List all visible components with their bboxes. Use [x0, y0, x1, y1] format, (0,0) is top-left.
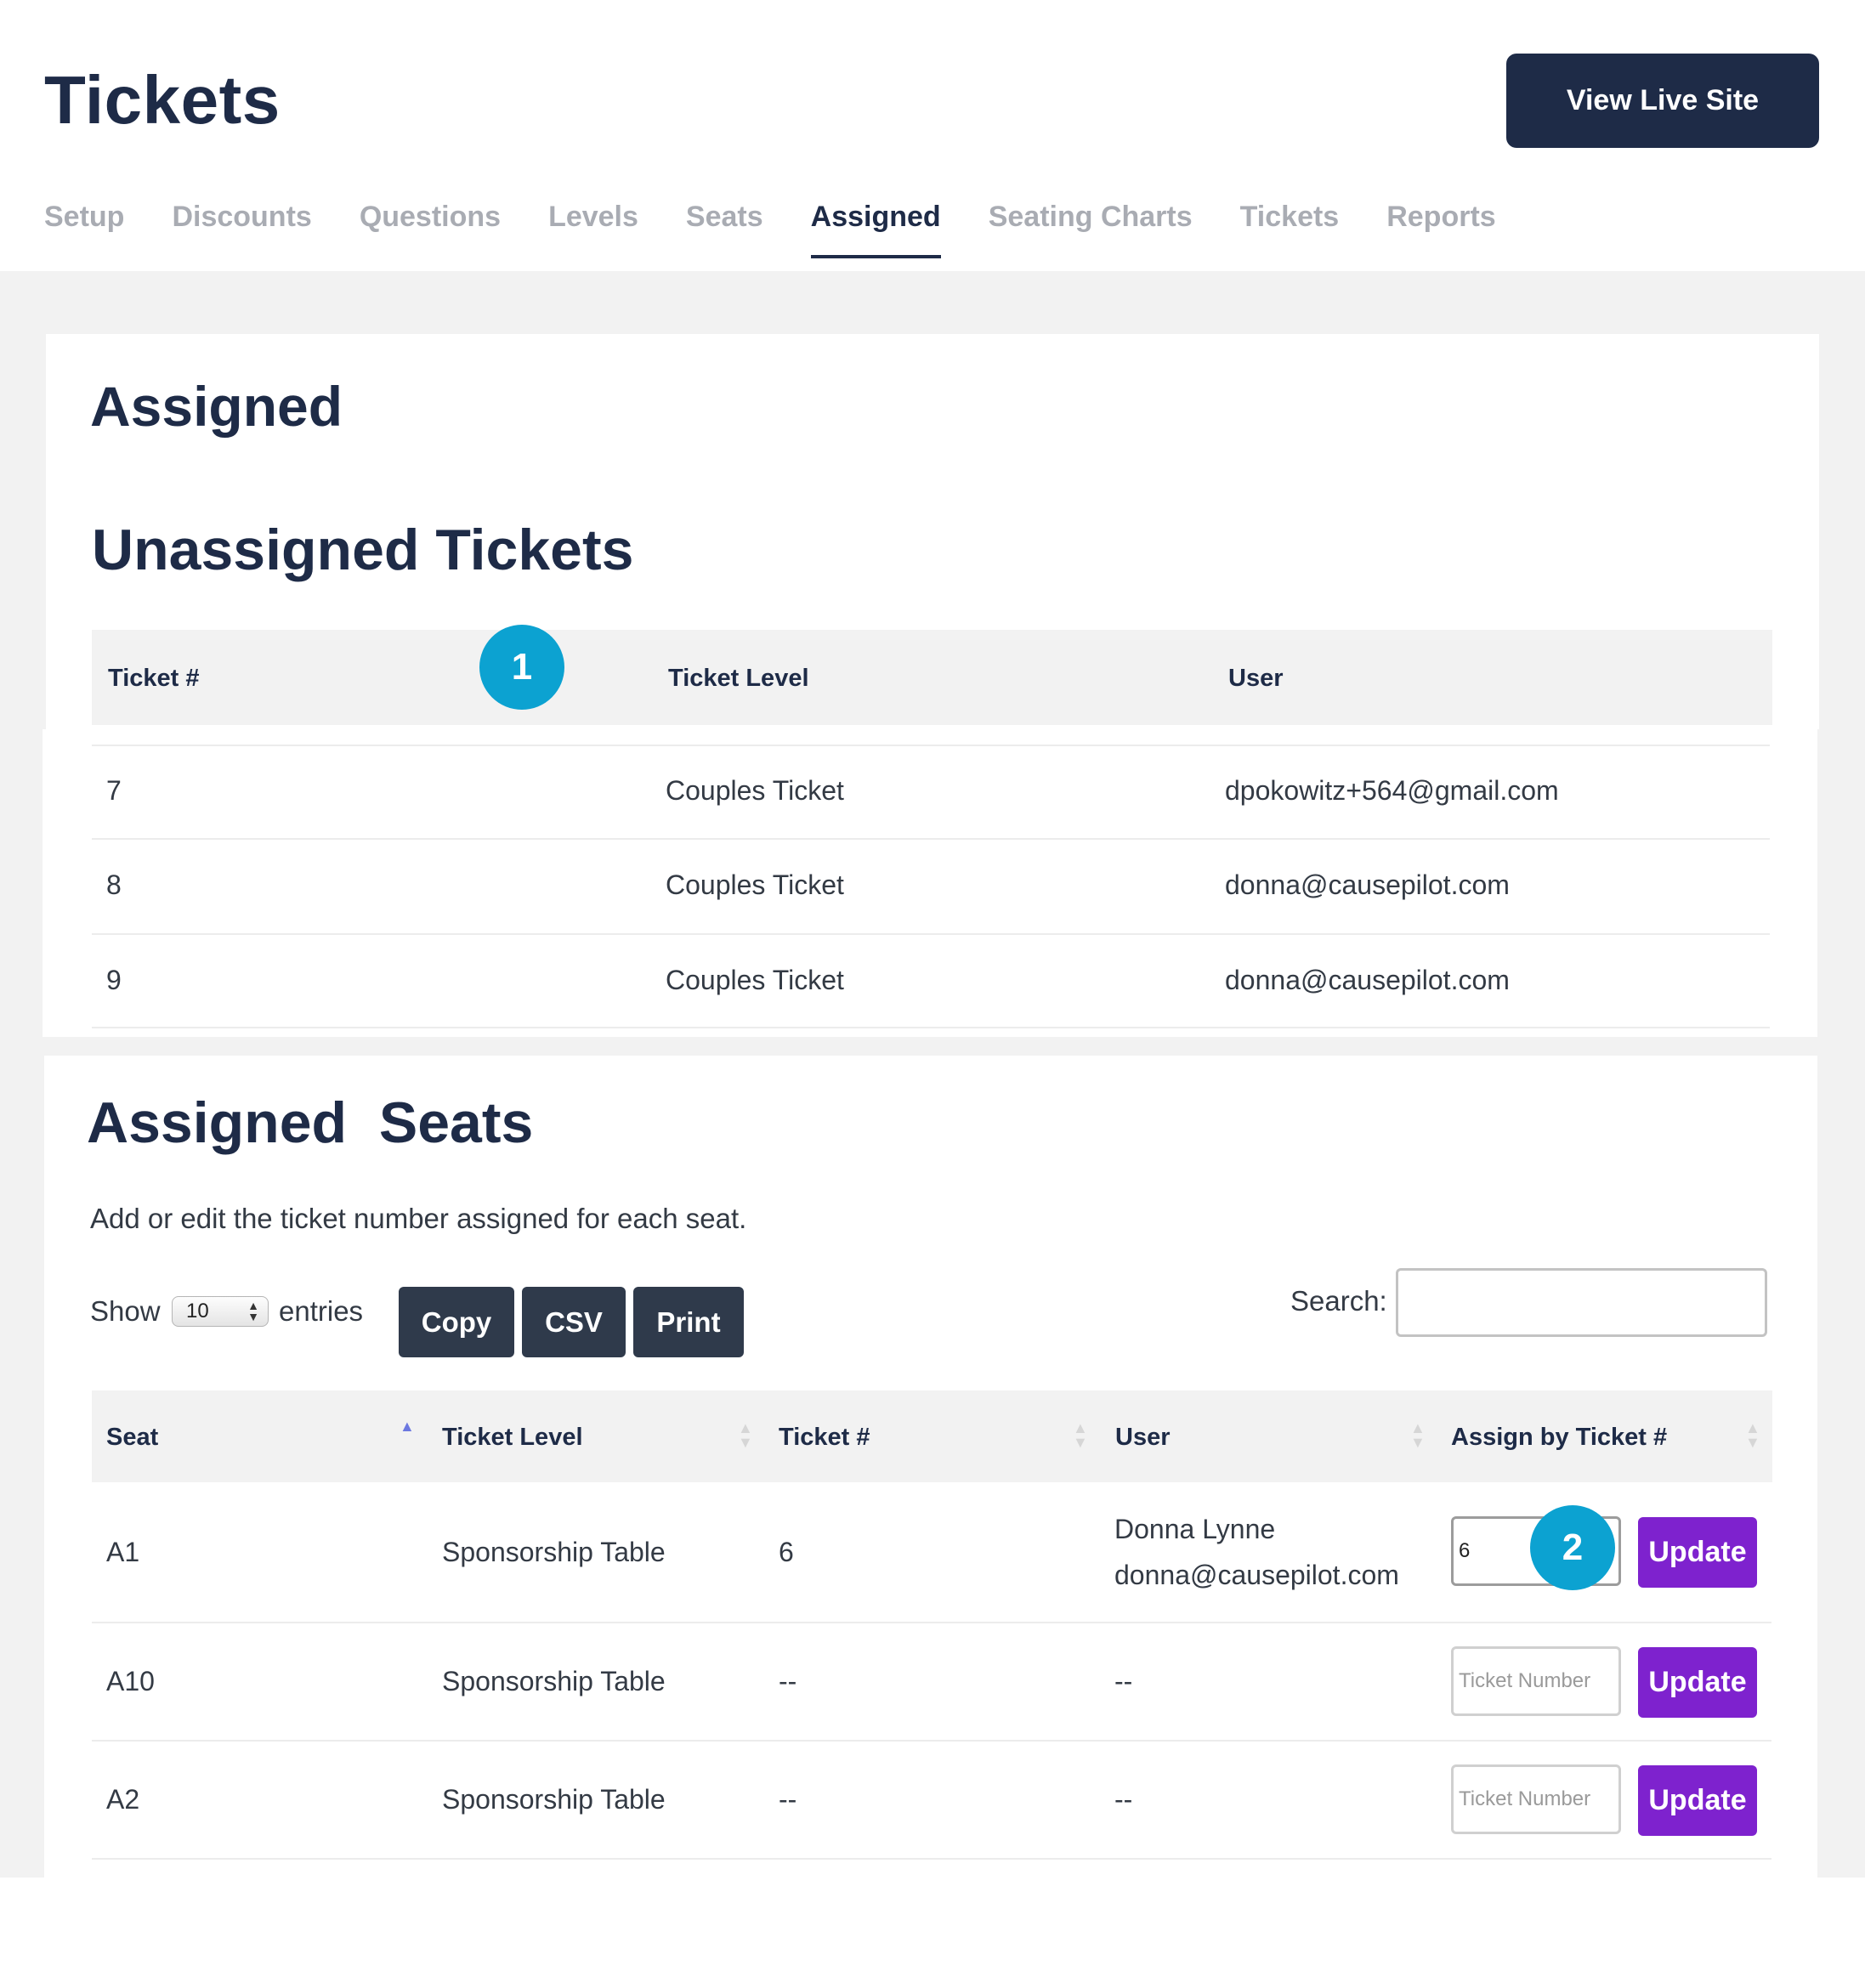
seat-user-name: -- — [1114, 1784, 1133, 1815]
unassigned-user-cell: dpokowitz+564@gmail.com — [1225, 775, 1559, 806]
col-ticket-level[interactable]: Ticket Level — [442, 1424, 583, 1452]
col-ticket-number[interactable]: Ticket # — [779, 1424, 870, 1452]
col-seat[interactable]: Seat — [106, 1424, 158, 1452]
page-header: Tickets View Live Site Setup Discounts Q… — [0, 0, 1865, 271]
sort-icon[interactable]: ▲ ▼ — [738, 1420, 753, 1450]
tab-discounts[interactable]: Discounts — [172, 201, 311, 258]
col-ticket-level: Ticket Level — [668, 665, 809, 692]
unassigned-ticket-cell: 9 — [106, 965, 122, 995]
col-user[interactable]: User — [1115, 1424, 1171, 1452]
page-title: Tickets — [44, 62, 281, 138]
col-assign-by-ticket[interactable]: Assign by Ticket # — [1451, 1424, 1667, 1452]
seat-cell: A10 — [106, 1666, 155, 1696]
assigned-seats-description: Add or edit the ticket number assigned f… — [90, 1203, 747, 1234]
copy-button[interactable]: Copy — [399, 1287, 514, 1357]
step-badge-1: 1 — [479, 625, 564, 710]
entries-select[interactable]: 10 ▲ ▼ — [172, 1296, 269, 1327]
seat-user-name: -- — [1114, 1666, 1133, 1696]
row-divider — [92, 1858, 1771, 1860]
tab-seats[interactable]: Seats — [686, 201, 763, 258]
ticket-number-input[interactable]: Ticket Number — [1451, 1764, 1621, 1834]
tab-reports[interactable]: Reports — [1386, 201, 1495, 258]
tab-bar: Setup Discounts Questions Levels Seats A… — [44, 201, 1544, 258]
print-button[interactable]: Print — [633, 1287, 744, 1357]
seat-ticket-cell: -- — [779, 1666, 797, 1696]
unassigned-level-cell: Couples Ticket — [666, 869, 844, 900]
tab-seating-charts[interactable]: Seating Charts — [989, 201, 1193, 258]
seat-level-cell: Sponsorship Table — [442, 1784, 666, 1815]
view-live-site-button[interactable]: View Live Site — [1506, 54, 1819, 148]
assigned-heading: Assigned — [90, 375, 343, 438]
unassigned-user-cell: donna@causepilot.com — [1225, 869, 1510, 900]
ticket-number-input[interactable]: Ticket Number — [1451, 1646, 1621, 1716]
sort-asc-icon[interactable]: ▲ — [400, 1419, 415, 1434]
assigned-seats-heading: Assigned Seats — [87, 1090, 534, 1155]
update-button[interactable]: Update — [1638, 1765, 1757, 1836]
update-button[interactable]: Update — [1638, 1647, 1757, 1718]
tab-assigned[interactable]: Assigned — [810, 201, 941, 258]
seat-cell: A1 — [106, 1537, 140, 1567]
seat-level-cell: Sponsorship Table — [442, 1537, 666, 1567]
show-label: Show — [90, 1295, 161, 1327]
seat-level-cell: Sponsorship Table — [442, 1666, 666, 1696]
unassigned-table-header — [92, 630, 1772, 725]
unassigned-user-cell: donna@causepilot.com — [1225, 965, 1510, 995]
select-arrows-icon: ▲ ▼ — [247, 1299, 259, 1323]
tab-setup[interactable]: Setup — [44, 201, 124, 258]
search-label: Search: — [1290, 1285, 1387, 1317]
row-divider — [92, 745, 1770, 746]
step-badge-2: 2 — [1530, 1505, 1615, 1590]
unassigned-ticket-cell: 8 — [106, 869, 122, 900]
sort-icon[interactable]: ▲ ▼ — [1073, 1420, 1088, 1450]
unassigned-ticket-cell: 7 — [106, 775, 122, 806]
row-divider — [92, 933, 1770, 935]
row-divider — [92, 838, 1770, 840]
sort-icon[interactable]: ▲ ▼ — [1745, 1420, 1760, 1450]
seat-user-name: Donna Lynne — [1114, 1514, 1276, 1544]
unassigned-level-cell: Couples Ticket — [666, 775, 844, 806]
col-user: User — [1228, 665, 1284, 692]
tab-questions[interactable]: Questions — [360, 201, 501, 258]
col-ticket-number: Ticket # — [108, 665, 200, 692]
row-divider — [92, 1740, 1771, 1742]
seat-user-email: donna@causepilot.com — [1114, 1560, 1399, 1590]
seat-ticket-cell: -- — [779, 1784, 797, 1815]
row-divider — [92, 1622, 1771, 1623]
seat-cell: A2 — [106, 1784, 140, 1815]
update-button[interactable]: Update — [1638, 1517, 1757, 1588]
entries-value: 10 — [186, 1300, 209, 1323]
row-divider — [92, 1027, 1770, 1028]
tab-levels[interactable]: Levels — [548, 201, 638, 258]
csv-button[interactable]: CSV — [522, 1287, 626, 1357]
entries-label: entries — [279, 1295, 364, 1327]
unassigned-level-cell: Couples Ticket — [666, 965, 844, 995]
seat-ticket-cell: 6 — [779, 1537, 794, 1567]
sort-icon[interactable]: ▲ ▼ — [1410, 1420, 1426, 1450]
search-input[interactable] — [1396, 1268, 1767, 1337]
unassigned-tickets-heading: Unassigned Tickets — [92, 518, 634, 582]
tab-tickets[interactable]: Tickets — [1240, 201, 1340, 258]
